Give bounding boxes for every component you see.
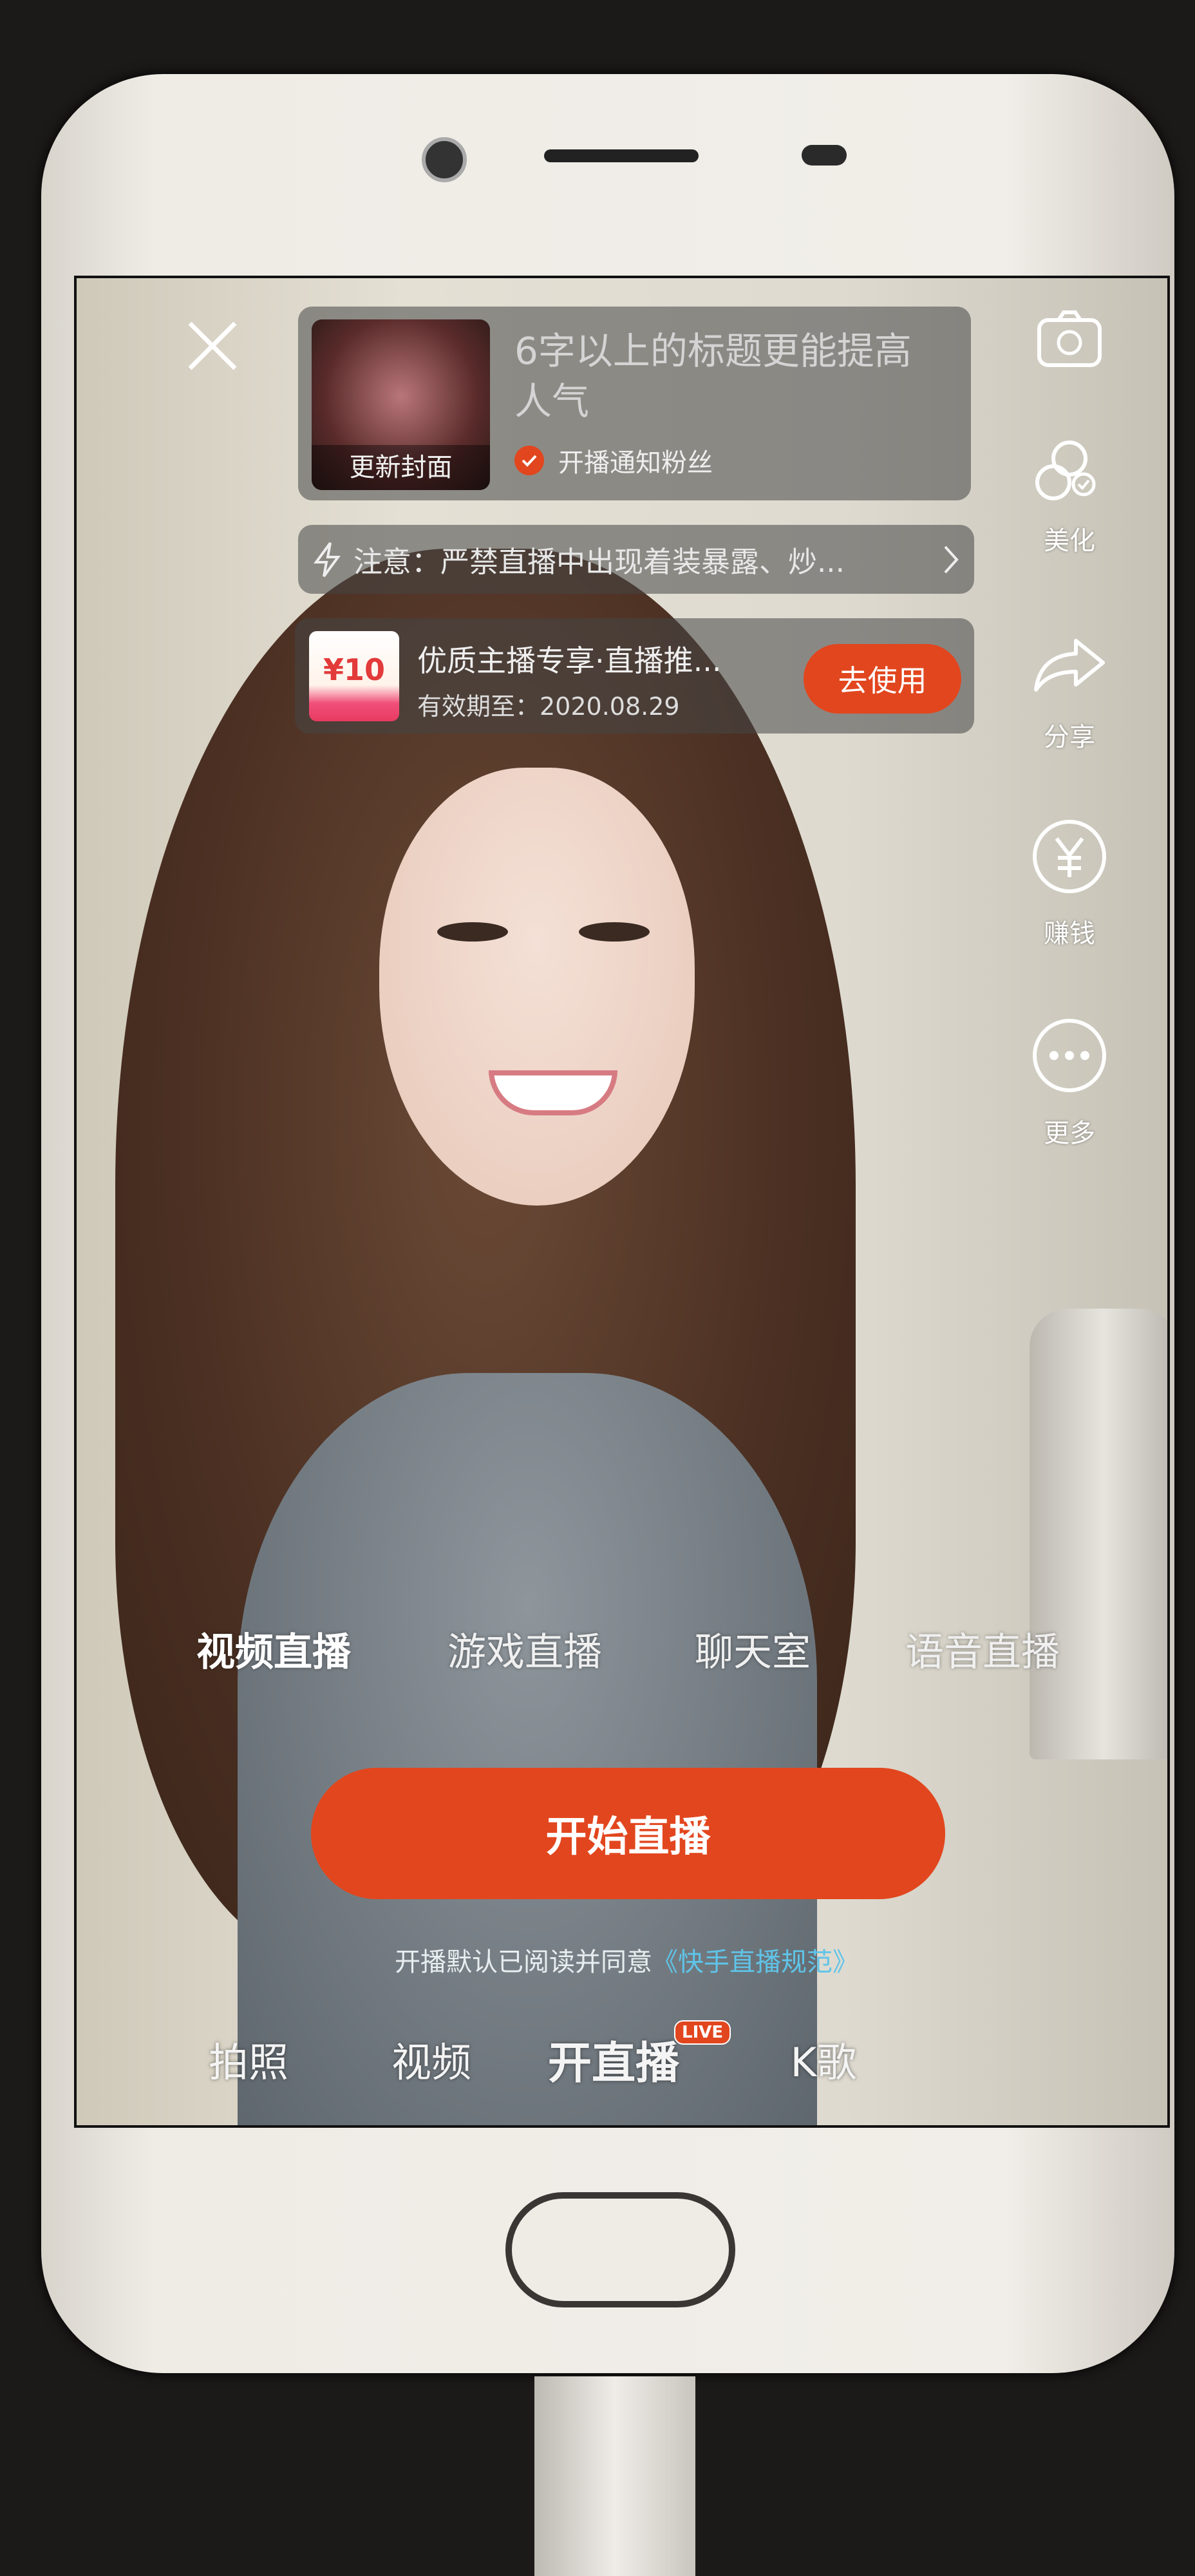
agreement-text: 开播默认已阅读并同意《快手直播规范》	[395, 1947, 858, 1977]
update-cover-label: 更新封面	[349, 453, 453, 482]
more-icon	[1033, 1019, 1106, 1092]
proximity-sensor	[802, 145, 847, 166]
mode-voice-live[interactable]: 语音直播	[905, 1621, 1060, 1677]
share-icon	[1034, 639, 1105, 692]
close-icon	[188, 321, 237, 370]
coupon-expiry: 有效期至：2020.08.29	[417, 692, 680, 721]
earn-money-button[interactable]	[1031, 818, 1108, 895]
use-coupon-button[interactable]: 去使用	[804, 644, 961, 714]
yuan-coin-icon	[1033, 820, 1106, 893]
earpiece	[544, 149, 699, 162]
more-button[interactable]	[1031, 1017, 1108, 1094]
coupon-title: 优质主播专享·直播推...	[417, 643, 722, 678]
live-rules-link[interactable]: 《快手直播规范》	[652, 1947, 858, 1977]
live-info-card: 更新封面 6字以上的标题更能提高人气 开播通知粉丝	[298, 307, 971, 500]
lightning-icon	[314, 542, 341, 577]
screen: 更新封面 6字以上的标题更能提高人气 开播通知粉丝 注意：严禁直播中出现着装暴露…	[74, 276, 1170, 2128]
live-badge: LIVE	[674, 2020, 731, 2045]
checkmark-icon	[514, 446, 544, 475]
camera-flip-icon	[1037, 310, 1102, 367]
start-live-button[interactable]: 开始直播	[311, 1768, 945, 1899]
tab-karaoke[interactable]: K歌	[791, 2030, 857, 2088]
mode-game-live[interactable]: 游戏直播	[447, 1621, 602, 1677]
tab-photo[interactable]: 拍照	[209, 2030, 288, 2088]
chevron-right-icon	[944, 545, 959, 573]
home-button[interactable]	[505, 2192, 735, 2307]
title-input[interactable]: 6字以上的标题更能提高人气	[514, 326, 927, 426]
coupon-card: ¥10 优质主播专享·直播推... 有效期至：2020.08.29 去使用	[295, 618, 974, 734]
tab-video[interactable]: 视频	[391, 2030, 471, 2088]
notify-fans-toggle[interactable]: 开播通知粉丝	[514, 442, 713, 479]
share-button[interactable]	[1031, 626, 1108, 703]
coupon-icon: ¥10	[309, 631, 399, 721]
camera-flip-button[interactable]	[1031, 301, 1108, 378]
tab-go-live[interactable]: 开直播	[548, 2027, 679, 2091]
notice-bar[interactable]: 注意：严禁直播中出现着装暴露、炒...	[298, 525, 974, 594]
mode-video-live[interactable]: 视频直播	[196, 1621, 351, 1677]
charging-cable	[534, 2376, 695, 2576]
beautify-icon	[1035, 440, 1096, 500]
front-camera	[422, 137, 467, 182]
close-button[interactable]	[183, 317, 241, 375]
mode-chat-room[interactable]: 聊天室	[695, 1621, 811, 1677]
beautify-button[interactable]	[1031, 433, 1108, 510]
cover-thumbnail[interactable]: 更新封面	[312, 319, 490, 490]
